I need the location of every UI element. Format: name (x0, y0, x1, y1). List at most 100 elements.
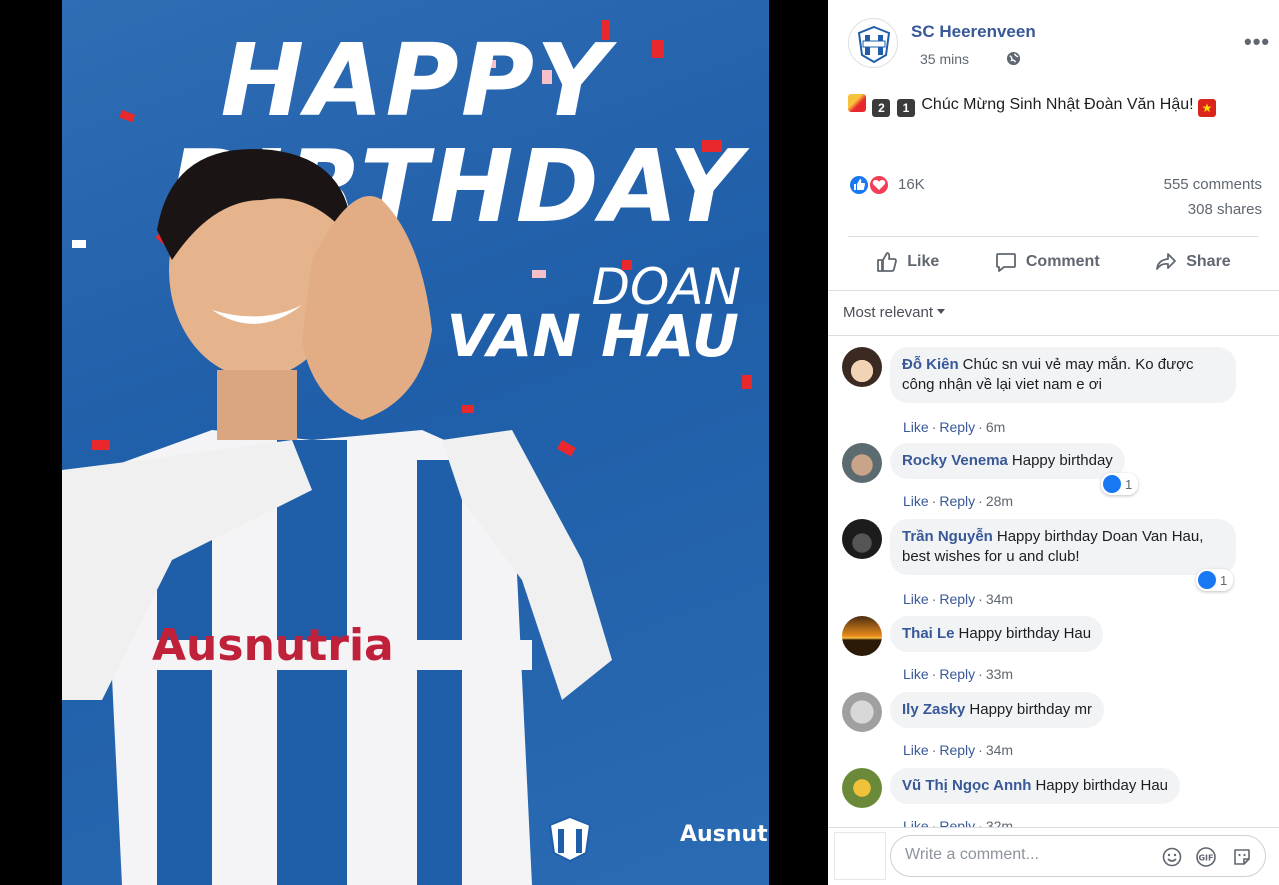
comment-text: Happy birthday Hau (958, 625, 1092, 642)
comments-count[interactable]: 555 comments (1164, 176, 1262, 193)
comment-meta: Like · Reply · 34m (903, 591, 1014, 607)
gif-icon[interactable]: GIF (1195, 846, 1217, 868)
comment-like-link[interactable]: Like (903, 591, 929, 607)
comment-bubble: Ily Zasky Happy birthday mr (890, 692, 1104, 728)
comment-reply-link[interactable]: Reply (939, 666, 975, 682)
like-reaction-icon (1198, 571, 1216, 589)
comment-filter-bar: Most relevant (828, 290, 1279, 336)
comment-reaction-count[interactable]: 1 (1196, 569, 1234, 591)
like-reaction-icon[interactable] (848, 174, 870, 196)
comment-bubble: Đỗ Kiên Chúc sn vui vẻ may mắn. Ko được c… (890, 347, 1236, 403)
comment-time[interactable]: 33m (986, 666, 1013, 682)
comment-author[interactable]: Thai Le (902, 625, 955, 642)
reaction-count: 1 (1125, 476, 1133, 492)
comment-input[interactable] (905, 846, 1145, 864)
comment-like-link[interactable]: Like (903, 666, 929, 682)
comment-icon (995, 253, 1016, 272)
comment-author[interactable]: Vũ Thị Ngọc Annh (902, 777, 1031, 794)
comment-like-link[interactable]: Like (903, 818, 929, 827)
more-options-icon[interactable]: ••• (1244, 31, 1270, 53)
post-timestamp[interactable]: 35 mins (920, 51, 969, 67)
comment-time[interactable]: 6m (986, 419, 1005, 435)
globe-icon (1006, 51, 1021, 66)
club-badge-icon (548, 815, 592, 863)
comment-meta: Like · Reply · 28m (903, 493, 1014, 509)
commenter-avatar[interactable] (842, 519, 882, 559)
comment-bubble: Trần Nguyễn Happy birthday Doan Van Hau, … (890, 519, 1236, 575)
comment-label: Comment (1025, 253, 1100, 270)
like-icon (877, 252, 898, 272)
share-label: Share (1186, 253, 1231, 270)
comment-reply-link[interactable]: Reply (939, 419, 975, 435)
reaction-count[interactable]: 16K (898, 176, 925, 193)
emoji-icon[interactable] (1161, 846, 1183, 868)
like-button[interactable]: Like (875, 246, 939, 278)
comment-bubble: Thai Le Happy birthday Hau (890, 616, 1104, 652)
party-popper-icon (848, 94, 866, 112)
comment-bubble: Vũ Thị Ngọc Annh Happy birthday Hau (890, 768, 1181, 804)
comment-meta: Like · Reply · 34m (903, 742, 1014, 758)
commenter-avatar[interactable] (842, 616, 882, 656)
comment-list: Đỗ Kiên Chúc sn vui vẻ may mắn. Ko được c… (828, 337, 1279, 827)
reaction-summary: 16K 555 comments 308 shares (848, 172, 1262, 238)
current-user-avatar (834, 832, 886, 880)
page-avatar[interactable] (848, 18, 898, 68)
comment-time[interactable]: 28m (986, 493, 1013, 509)
keycap-number: 2 (872, 99, 891, 117)
shares-count[interactable]: 308 shares (1188, 201, 1262, 218)
comment-reply-link[interactable]: Reply (939, 493, 975, 509)
page-name[interactable]: SC Heerenveen (911, 22, 1036, 42)
post-header: SC Heerenveen 35 mins ••• (848, 18, 1270, 78)
comment-reply-link[interactable]: Reply (939, 591, 975, 607)
comment-sort-label: Most relevant (843, 304, 934, 321)
comment-author[interactable]: Trần Nguyễn (902, 528, 993, 545)
share-button[interactable]: Share (1154, 246, 1231, 278)
post-photo[interactable]: HAPPY BIRTHDAY DOAN VAN HAU Ausnutria Au… (62, 0, 769, 885)
commenter-avatar[interactable] (842, 692, 882, 732)
photo-headline-happy: HAPPY (220, 22, 611, 139)
club-logo-icon (857, 25, 891, 64)
comment-like-link[interactable]: Like (903, 419, 929, 435)
comment-author[interactable]: Đỗ Kiên (902, 356, 959, 373)
caret-down-icon (937, 309, 946, 314)
comment-button[interactable]: Comment (994, 246, 1100, 278)
comment-reply-link[interactable]: Reply (939, 818, 975, 827)
comment-composer: GIF (828, 827, 1279, 885)
comment-like-link[interactable]: Like (903, 742, 929, 758)
comment-bubble: Rocky Venema Happy birthday (890, 443, 1125, 479)
svg-text:Ausnutria: Ausnutria (152, 620, 394, 671)
comment-meta: Like · Reply · 32m (903, 818, 1013, 827)
love-reaction-icon[interactable] (868, 174, 890, 196)
comment-meta: Like · Reply · 33m (903, 666, 1014, 682)
sticker-icon[interactable] (1231, 846, 1253, 868)
post-text: Chúc Mừng Sinh Nhật Đoàn Văn Hậu! (921, 96, 1194, 113)
like-reaction-icon (1103, 475, 1121, 493)
comment-time[interactable]: 32m (986, 818, 1013, 827)
commenter-avatar[interactable] (842, 347, 882, 387)
comment-reply-link[interactable]: Reply (939, 742, 975, 758)
comment-sort-dropdown[interactable]: Most relevant (843, 304, 946, 321)
player-figure: Ausnutria (62, 149, 612, 885)
comment-time[interactable]: 34m (986, 591, 1013, 607)
reaction-count: 1 (1220, 572, 1228, 588)
commenter-avatar[interactable] (842, 443, 882, 483)
sponsor-logo: Ausnutria (680, 822, 769, 847)
comment-input-box[interactable]: GIF (890, 835, 1266, 877)
comment-author[interactable]: Ily Zasky (902, 701, 965, 718)
comment-text: Happy birthday (1011, 452, 1113, 469)
vietnam-flag-icon: ★ (1198, 99, 1217, 117)
commenter-avatar[interactable] (842, 768, 882, 808)
comment-like-link[interactable]: Like (903, 493, 929, 509)
comment-text: Happy birthday Hau (1035, 777, 1169, 794)
comment-reaction-count[interactable]: 1 (1101, 473, 1139, 495)
svg-text:GIF: GIF (1198, 854, 1213, 863)
post-actions: Like Comment Share (848, 246, 1258, 278)
divider (848, 236, 1258, 237)
comment-text: Happy birthday mr (969, 701, 1092, 718)
photo-viewer: HAPPY BIRTHDAY DOAN VAN HAU Ausnutria Au… (0, 0, 828, 885)
comment-time[interactable]: 34m (986, 742, 1013, 758)
post-message: 2 1 Chúc Mừng Sinh Nhật Đoàn Văn Hậu! ★ (848, 94, 1218, 117)
comment-author[interactable]: Rocky Venema (902, 452, 1008, 469)
keycap-number: 1 (896, 99, 915, 117)
like-label: Like (907, 253, 940, 270)
